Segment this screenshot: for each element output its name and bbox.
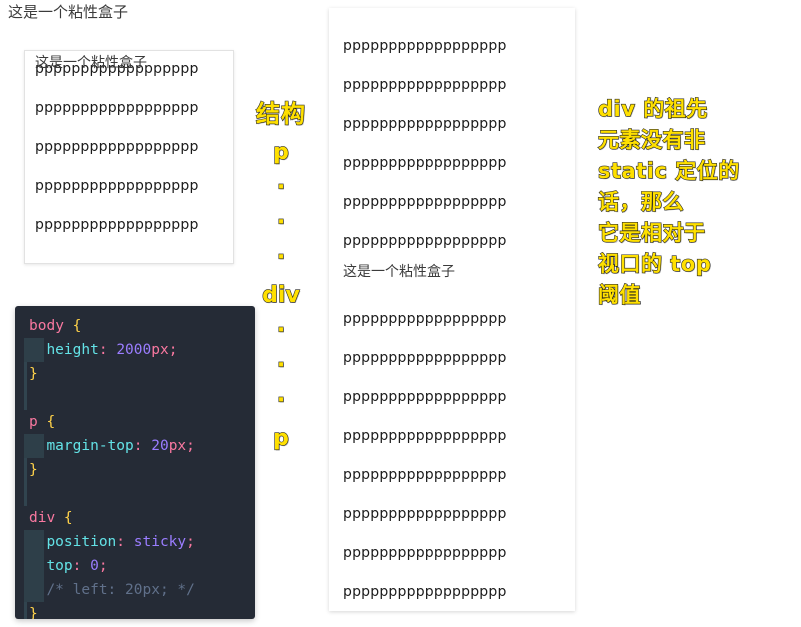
- paragraph-line: pppppppppppppppppp: [343, 389, 507, 405]
- paragraph-line: pppppppppppppppppp: [343, 116, 507, 132]
- code-token-prop: position: [46, 534, 117, 550]
- note-line: 视口的 top: [597, 251, 712, 276]
- code-line: margin-top: 20px;: [15, 434, 255, 458]
- structure-annotation-items: p · · · div · · · p: [250, 139, 312, 452]
- structure-bullet-dot: ·: [276, 174, 286, 200]
- code-token-punct: :: [133, 438, 152, 454]
- paragraph-line: pppppppppppppppppp: [343, 545, 507, 561]
- paragraph-line: pppppppppppppppppp: [343, 233, 507, 249]
- code-line: /* left: 20px; */: [15, 578, 255, 602]
- structure-tag-label: p: [273, 139, 290, 165]
- code-line: p {: [15, 410, 255, 434]
- code-token-brace: }: [29, 462, 38, 478]
- code-token-punct: :: [116, 534, 134, 550]
- code-token-punct: :: [98, 342, 117, 358]
- paragraph-line: pppppppppppppppppp: [343, 311, 507, 327]
- structure-bullet-dot: ·: [276, 317, 286, 343]
- note-line: 阈值: [597, 282, 641, 307]
- paragraph-line: pppppppppppppppppp: [35, 217, 199, 233]
- code-token-cmt: /* left: 20px; */: [46, 582, 195, 598]
- structure-annotation: 结构 p · · · div · · · p: [250, 99, 312, 452]
- paragraph-line: pppppppppppppppppp: [343, 584, 507, 600]
- paragraph-line: pppppppppppppppppp: [343, 155, 507, 171]
- paragraph-line: pppppppppppppppppp: [343, 467, 507, 483]
- code-token-punct: ;: [186, 438, 195, 454]
- code-line: }: [15, 362, 255, 386]
- code-token-unit: px: [151, 342, 169, 358]
- code-line: div {: [15, 506, 255, 530]
- code-token-punct: :: [72, 558, 91, 574]
- code-token-sel: p: [29, 414, 47, 430]
- code-token-num: 20: [151, 438, 169, 454]
- code-line: [15, 482, 255, 506]
- code-token-punct: ;: [168, 342, 178, 358]
- code-line: [15, 386, 255, 410]
- paragraph-line: pppppppppppppppppp: [35, 178, 199, 194]
- structure-tag-label: div: [262, 282, 301, 308]
- paragraph-line: pppppppppppppppppp: [343, 428, 507, 444]
- code-line: }: [15, 602, 255, 619]
- code-token-brace: {: [46, 414, 56, 430]
- paragraph-line: pppppppppppppppppp: [343, 194, 507, 210]
- code-line: height: 2000px;: [15, 338, 255, 362]
- paragraph-line: pppppppppppppppppp: [343, 506, 507, 522]
- content-paragraphs-before: pppppppppppppppppp pppppppppppppppppp pppp…: [343, 8, 561, 249]
- paragraph-line: pppppppppppppppppp: [343, 350, 507, 366]
- demo-paragraph-list: pppppppppppppppppp pppppppppppppppppp pppp…: [35, 51, 223, 233]
- content-sticky-label: 这是一个粘性盒子: [343, 264, 455, 280]
- code-line: }: [15, 458, 255, 482]
- code-token-brace: {: [63, 510, 73, 526]
- paragraph-line: pppppppppppppppppp: [343, 77, 507, 93]
- viewport-top-threshold-note: div 的祖先 元素没有非 static 定位的 话，那么它是相对于视口的 top 阈值: [597, 94, 788, 311]
- code-token-prop: margin-top: [46, 438, 134, 454]
- note-line: 它是相对于: [597, 220, 706, 245]
- paragraph-line: pppppppppppppppppp: [35, 139, 199, 155]
- sticky-demo-box[interactable]: 这是一个粘性盒子 pppppppppppppppppp ppppppppppppp…: [24, 50, 234, 264]
- structure-bullet-dot: ·: [276, 387, 286, 413]
- code-token-punct: ;: [98, 558, 108, 574]
- code-line: position: sticky;: [15, 530, 255, 554]
- code-token-val: sticky: [133, 534, 187, 550]
- structure-annotation-title: 结构: [255, 99, 306, 128]
- code-token-num: 2000: [116, 342, 152, 358]
- code-token-unit: px: [168, 438, 187, 454]
- note-line: 话，那么: [597, 189, 684, 214]
- sticky-box-label: 这是一个粘性盒子: [35, 55, 147, 71]
- note-line: static 定位的: [597, 158, 740, 183]
- page-title: 这是一个粘性盒子: [8, 3, 129, 21]
- structure-bullet-dot: ·: [276, 244, 286, 270]
- structure-bullet-dot: ·: [276, 352, 286, 378]
- note-line: 元素没有非: [597, 127, 706, 152]
- code-token-prop: height: [46, 342, 99, 358]
- sticky-demo-box-content: 这是一个粘性盒子 pppppppppppppppppp ppppppppppppp…: [25, 51, 233, 233]
- code-token-sel: body: [29, 318, 73, 334]
- structure-bullet-dot: ·: [276, 209, 286, 235]
- code-token-sel: div: [29, 510, 64, 526]
- code-token-brace: }: [29, 366, 38, 382]
- code-token-prop: top: [46, 558, 73, 574]
- note-line: div 的祖先: [597, 96, 708, 121]
- code-line: top: 0;: [15, 554, 255, 578]
- css-code-block[interactable]: body {height: 2000px;} p {margin-top: 20p…: [15, 306, 255, 619]
- code-token-brace: }: [29, 606, 38, 619]
- content-column[interactable]: pppppppppppppppppp pppppppppppppppppp pppp…: [329, 8, 575, 611]
- code-line: body {: [15, 314, 255, 338]
- structure-tag-label: p: [273, 425, 290, 451]
- paragraph-line: pppppppppppppppppp: [35, 100, 199, 116]
- code-token-punct: ;: [186, 534, 195, 550]
- code-token-num: 0: [90, 558, 99, 574]
- paragraph-line: pppppppppppppppppp: [343, 38, 507, 54]
- code-token-brace: {: [72, 318, 82, 334]
- content-paragraphs-after: pppppppppppppppppp pppppppppppppppppp pppp…: [343, 281, 561, 600]
